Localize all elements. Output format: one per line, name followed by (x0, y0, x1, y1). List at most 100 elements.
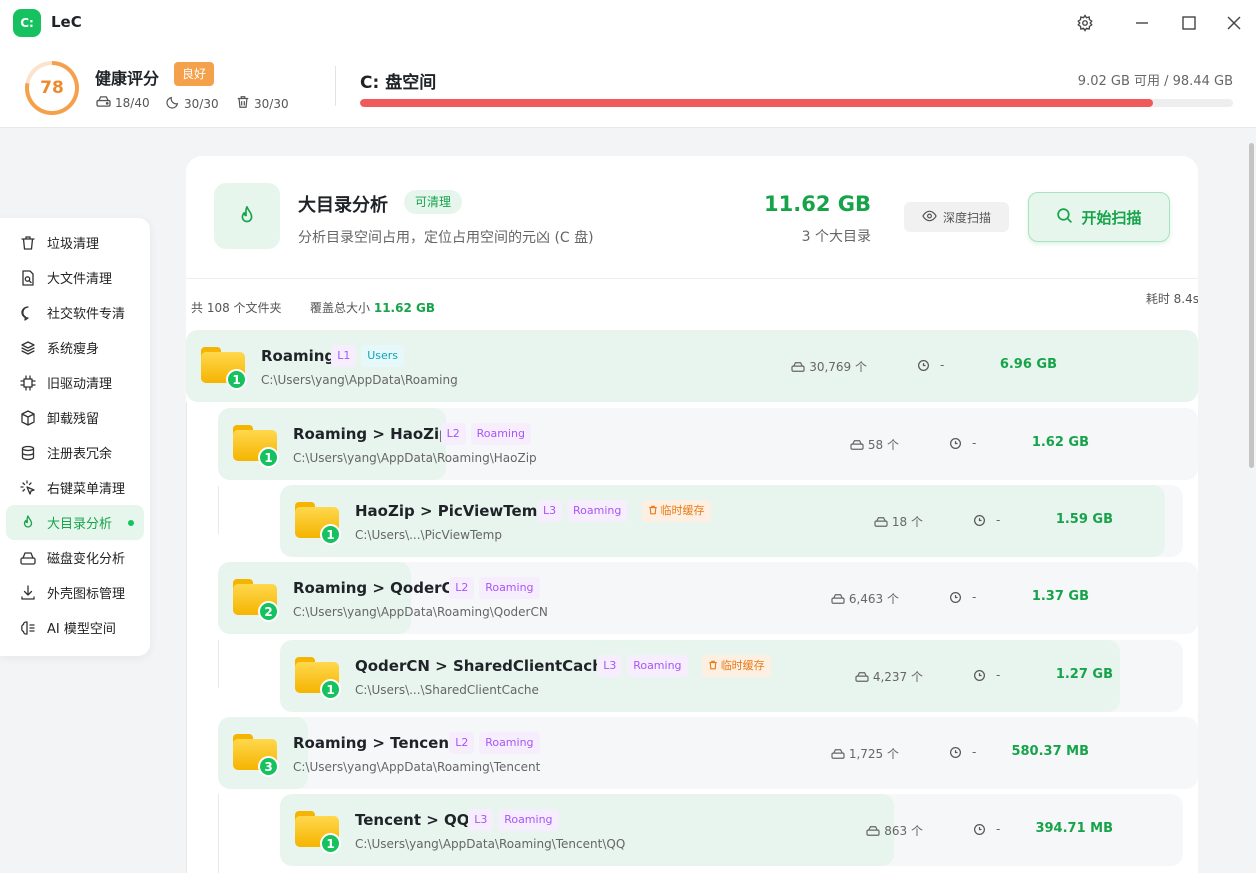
health-title: 健康评分 (95, 69, 160, 88)
clock-icon (950, 591, 961, 603)
directory-name: Roaming (261, 347, 336, 365)
gear-icon[interactable] (1073, 11, 1097, 35)
directory-name: Tencent > QQ (355, 811, 470, 829)
sidebar-item-10[interactable]: 磁盘变化分析 (0, 540, 150, 575)
trash-icon (648, 505, 657, 515)
level-tag: L2 (449, 577, 475, 599)
title-bar: C: LeC (0, 0, 1256, 46)
rank-badge: 1 (320, 833, 341, 854)
sidebar-item-9[interactable]: 大目录分析 (6, 505, 144, 540)
clock-icon (918, 359, 929, 371)
tree-line (186, 402, 187, 873)
level-tag: L3 (537, 500, 563, 522)
directory-row[interactable]: 1 QoderCN > SharedClientCache L3 Roaming 临时缓… (280, 640, 1183, 712)
file-search-icon (19, 269, 37, 287)
close-icon[interactable] (1222, 11, 1246, 35)
panel-title: 大目录分析 (298, 195, 388, 216)
panel-header: 大目录分析 可清理 分析目录空间占用，定位占用空间的元凶 (C 盘) 11.62… (186, 156, 1198, 279)
trash-icon (19, 234, 37, 252)
sidebar-item-3[interactable]: 社交软件专清 (0, 295, 150, 330)
sidebar-item-label: 旧驱动清理 (47, 377, 113, 392)
minimize-icon[interactable] (1130, 11, 1154, 35)
total-size: 11.62 GB (764, 192, 871, 216)
temp-cache-label: 临时缓存 (660, 504, 705, 517)
stat-trash: 30/30 (236, 95, 289, 112)
directory-row[interactable]: 2 Roaming > QoderCN L2 Roaming C:\Users\yang… (218, 562, 1198, 634)
sidebar-item-8[interactable]: 右键菜单清理 (0, 470, 150, 505)
file-count: 18 个 (874, 513, 923, 530)
sidebar-item-label: 卸载残留 (47, 412, 100, 427)
tree-line (218, 794, 219, 873)
rank-badge: 1 (226, 369, 247, 390)
summary-size: 覆盖总大小 11.62 GB (310, 299, 435, 316)
scrollbar[interactable] (1249, 143, 1254, 468)
modified-time-value: - (940, 358, 945, 372)
stat-disk: 18/40 (96, 95, 150, 111)
disk-icon (831, 748, 845, 759)
disk-icon (874, 516, 888, 527)
sidebar-item-5[interactable]: 旧驱动清理 (0, 365, 150, 400)
directory-path: C:\Users\yang\AppData\Roaming\Tencent\QQ (355, 837, 626, 851)
sidebar-item-1[interactable]: 垃圾清理 (0, 225, 150, 260)
sidebar-item-4[interactable]: 系统瘦身 (0, 330, 150, 365)
rank-badge: 2 (258, 601, 279, 622)
sidebar-item-7[interactable]: 注册表冗余 (0, 435, 150, 470)
modified-time: - (949, 745, 976, 759)
directory-row[interactable]: 1 HaoZip > PicViewTemp L3 Roaming 临时缓存 C:\Use… (280, 485, 1183, 557)
disk-icon (855, 671, 869, 682)
file-count-value: 58 个 (867, 438, 899, 452)
directory-size: 1.37 GB (1031, 589, 1089, 604)
directory-row[interactable]: 1 Roaming > HaoZip L2 Roaming C:\Users\yang\… (218, 408, 1198, 480)
deep-scan-button[interactable]: 深度扫描 (904, 202, 1009, 232)
disk-usage-bar (360, 99, 1233, 107)
directory-path: C:\Users\yang\AppData\Roaming\HaoZip (293, 451, 537, 465)
chat-icon (19, 304, 37, 322)
sidebar: 垃圾清理 大文件清理 社交软件专清系统瘦身旧驱动清理卸载残留注册表冗余右键菜单清理大… (0, 218, 150, 656)
temp-cache-tag: 临时缓存 (641, 500, 711, 522)
deep-scan-label: 深度扫描 (942, 210, 991, 225)
clock-icon (974, 823, 985, 835)
modified-time-value: - (972, 590, 977, 604)
flame-icon (19, 514, 37, 532)
start-scan-label: 开始扫描 (1081, 208, 1142, 227)
directory-row[interactable]: 1 Roaming L1 Users C:\Users\yang\AppData\Roa… (186, 330, 1198, 402)
sidebar-item-label: 系统瘦身 (47, 342, 100, 357)
active-dot (128, 520, 134, 526)
sidebar-item-label: AI 模型空间 (47, 622, 116, 637)
sidebar-item-6[interactable]: 卸载残留 (0, 400, 150, 435)
health-score: 78 (29, 65, 75, 111)
app-title: LeC (51, 13, 82, 31)
chip-icon (19, 374, 37, 392)
pointer-icon (19, 479, 37, 497)
start-scan-button[interactable]: 开始扫描 (1028, 192, 1170, 242)
clock-icon (950, 746, 961, 758)
maximize-icon[interactable] (1177, 11, 1201, 35)
cleanable-badge: 可清理 (404, 190, 463, 214)
directory-row[interactable]: 1 Tencent > QQ L3 Roaming C:\Users\yang\AppD… (280, 794, 1183, 866)
sidebar-item-11[interactable]: 外壳图标管理 (0, 575, 150, 610)
sidebar-item-2[interactable]: 大文件清理 (0, 260, 150, 295)
rank-badge: 3 (258, 756, 279, 777)
modified-time-value: - (996, 822, 1001, 836)
directory-size: 6.96 GB (999, 357, 1057, 372)
clock-icon (950, 437, 961, 449)
directory-size: 1.59 GB (1055, 512, 1113, 527)
rank-badge: 1 (320, 679, 341, 700)
sidebar-item-label: 外壳图标管理 (47, 587, 126, 602)
stat-moon-value: 30/30 (184, 96, 219, 111)
database-icon (19, 444, 37, 462)
directory-name: Roaming > HaoZip (293, 425, 450, 443)
sidebar-item-label: 注册表冗余 (47, 447, 113, 462)
header-divider (335, 66, 336, 106)
directory-row[interactable]: 3 Roaming > Tencent L2 Roaming C:\Users\yang… (218, 717, 1198, 789)
modified-time: - (973, 513, 1000, 527)
directory-name: Roaming > Tencent (293, 734, 457, 752)
temp-cache-tag: 临时缓存 (701, 655, 771, 677)
directory-path: C:\Users\...\SharedClientCache (355, 683, 539, 697)
file-count: 30,769 个 (791, 358, 867, 375)
modified-time-value: - (996, 513, 1001, 527)
disk-usage-fill (360, 99, 1153, 107)
brain-icon (19, 619, 37, 637)
clock-icon (974, 669, 985, 681)
sidebar-item-12[interactable]: AI 模型空间 (0, 610, 150, 645)
